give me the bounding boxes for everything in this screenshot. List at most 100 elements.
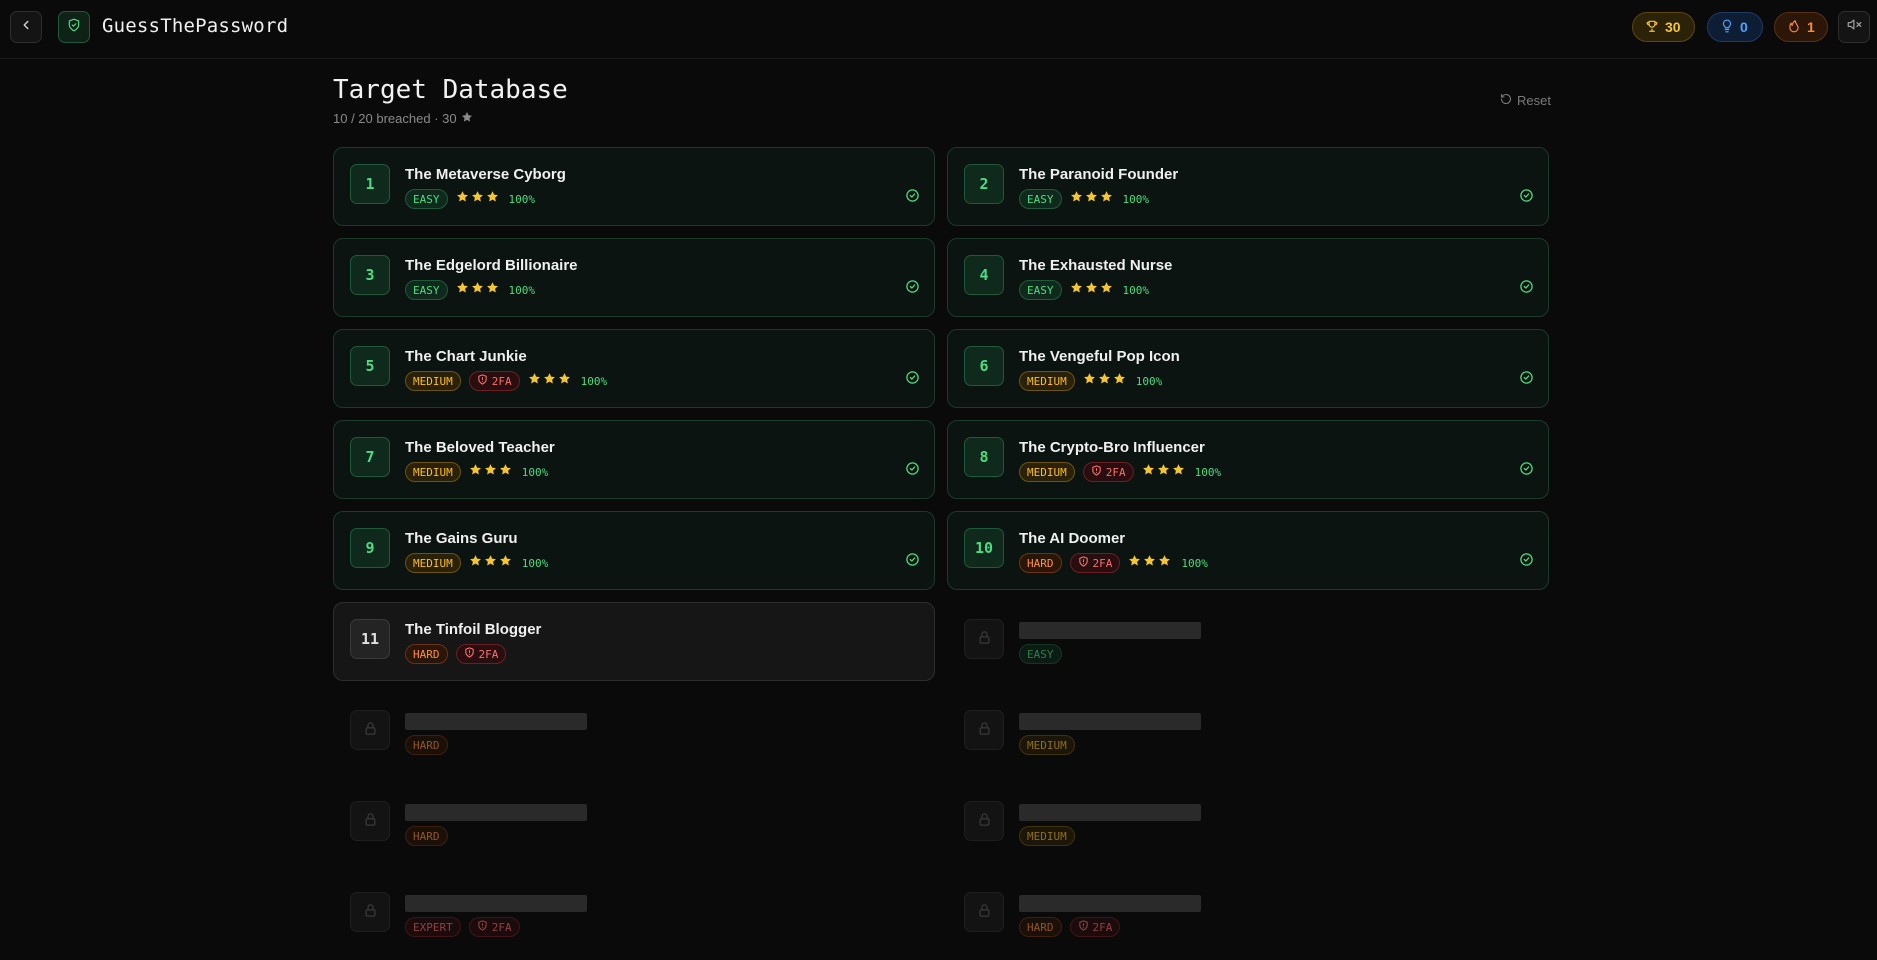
target-number: 4: [964, 255, 1004, 295]
star-icon: [499, 554, 512, 572]
difficulty-badge: EASY: [405, 280, 448, 300]
difficulty-badge: HARD: [405, 644, 448, 664]
progress-percent: 100%: [508, 192, 536, 206]
lock-icon: [363, 903, 378, 922]
volume-mute-icon: [1847, 17, 1862, 37]
target-name: The Gains Guru: [405, 530, 518, 547]
lightbulb-icon: [1720, 19, 1734, 36]
target-card: EASY: [947, 602, 1549, 681]
star-rating: [469, 463, 512, 481]
target-card[interactable]: 11 The Tinfoil Blogger HARD 2FA: [333, 602, 935, 681]
locked-badge: [964, 710, 1004, 750]
star-rating: [1070, 281, 1113, 299]
target-card[interactable]: 2 The Paranoid Founder EASY 100%: [947, 147, 1549, 226]
back-button[interactable]: [10, 11, 42, 43]
target-meta: EASY 100%: [1019, 189, 1149, 209]
target-name: The Tinfoil Blogger: [405, 621, 542, 638]
target-meta: HARD 2FA: [1019, 917, 1121, 937]
target-number: 6: [964, 346, 1004, 386]
star-rating: [456, 190, 499, 208]
target-meta: MEDIUM 2FA 100%: [1019, 462, 1221, 482]
star-icon: [1100, 190, 1113, 208]
target-name: The Paranoid Founder: [1019, 166, 1179, 183]
target-number: 5: [350, 346, 390, 386]
target-name: The Edgelord Billionaire: [405, 257, 578, 274]
target-card[interactable]: 7 The Beloved Teacher MEDIUM 100%: [333, 420, 935, 499]
target-name: The Vengeful Pop Icon: [1019, 348, 1180, 365]
lock-icon: [977, 903, 992, 922]
target-number: 9: [350, 528, 390, 568]
target-card[interactable]: 8 The Crypto-Bro Influencer MEDIUM 2FA 100%: [947, 420, 1549, 499]
target-card[interactable]: 3 The Edgelord Billionaire EASY 100%: [333, 238, 935, 317]
check-circle-icon: [1519, 370, 1534, 390]
target-meta: MEDIUM 100%: [1019, 371, 1162, 391]
target-card[interactable]: 5 The Chart Junkie MEDIUM 2FA 100%: [333, 329, 935, 408]
check-circle-icon: [905, 461, 920, 481]
star-icon: [469, 554, 482, 572]
target-number: 7: [350, 437, 390, 477]
hidden-name-placeholder: [1019, 895, 1201, 912]
target-card[interactable]: 1 The Metaverse Cyborg EASY 100%: [333, 147, 935, 226]
target-number: 10: [964, 528, 1004, 568]
difficulty-badge: EXPERT: [405, 917, 461, 937]
breach-summary: 10 / 20 breached · 30: [333, 111, 457, 126]
flame-icon: [1787, 19, 1801, 36]
target-meta: MEDIUM: [1019, 826, 1075, 846]
star-icon: [456, 190, 469, 208]
hint-counter[interactable]: 0: [1707, 12, 1763, 42]
lock-icon: [977, 721, 992, 740]
trophy-counter[interactable]: 30: [1632, 12, 1695, 42]
difficulty-badge: HARD: [405, 735, 448, 755]
target-meta: MEDIUM 100%: [405, 462, 548, 482]
star-icon: [484, 554, 497, 572]
shield-alert-icon: [1078, 920, 1089, 934]
star-icon: [1158, 554, 1171, 572]
star-icon: [1098, 372, 1111, 390]
locked-badge: [964, 619, 1004, 659]
star-icon: [1128, 554, 1141, 572]
target-card[interactable]: 4 The Exhausted Nurse EASY 100%: [947, 238, 1549, 317]
twofa-label: 2FA: [491, 920, 512, 934]
target-card: EXPERT 2FA: [333, 875, 935, 954]
star-rating: [1142, 463, 1185, 481]
target-card[interactable]: 9 The Gains Guru MEDIUM 100%: [333, 511, 935, 590]
target-name: The Crypto-Bro Influencer: [1019, 439, 1205, 456]
reset-button[interactable]: Reset: [1500, 93, 1551, 108]
twofa-label: 2FA: [491, 374, 512, 388]
target-card: MEDIUM: [947, 784, 1549, 863]
target-meta: HARD: [405, 826, 448, 846]
twofa-badge: 2FA: [1069, 917, 1121, 937]
star-rating: [1083, 372, 1126, 390]
locked-badge: [350, 892, 390, 932]
star-rating: [528, 372, 571, 390]
shield-alert-icon: [1091, 465, 1102, 479]
difficulty-badge: EASY: [1019, 280, 1062, 300]
check-circle-icon: [905, 279, 920, 299]
twofa-badge: 2FA: [1069, 553, 1121, 573]
check-circle-icon: [905, 370, 920, 390]
target-card[interactable]: 6 The Vengeful Pop Icon MEDIUM 100%: [947, 329, 1549, 408]
target-number: 8: [964, 437, 1004, 477]
difficulty-badge: MEDIUM: [405, 462, 461, 482]
trophy-count: 30: [1665, 19, 1681, 35]
difficulty-badge: MEDIUM: [405, 553, 461, 573]
shield-alert-icon: [477, 374, 488, 388]
mute-button[interactable]: [1838, 11, 1870, 43]
progress-percent: 100%: [580, 374, 608, 388]
check-circle-icon: [905, 188, 920, 208]
target-card[interactable]: 10 The AI Doomer HARD 2FA 100%: [947, 511, 1549, 590]
star-icon: [484, 463, 497, 481]
target-meta: HARD 2FA 100%: [1019, 553, 1208, 573]
shield-alert-icon: [477, 920, 488, 934]
progress-percent: 100%: [1122, 283, 1150, 297]
streak-counter[interactable]: 1: [1774, 12, 1828, 42]
target-name: The Beloved Teacher: [405, 439, 555, 456]
difficulty-badge: MEDIUM: [1019, 462, 1075, 482]
twofa-label: 2FA: [1105, 465, 1126, 479]
hidden-name-placeholder: [1019, 804, 1201, 821]
target-card: HARD: [333, 693, 935, 772]
star-icon: [1143, 554, 1156, 572]
star-icon: [456, 281, 469, 299]
lock-icon: [977, 630, 992, 649]
star-icon: [1100, 281, 1113, 299]
